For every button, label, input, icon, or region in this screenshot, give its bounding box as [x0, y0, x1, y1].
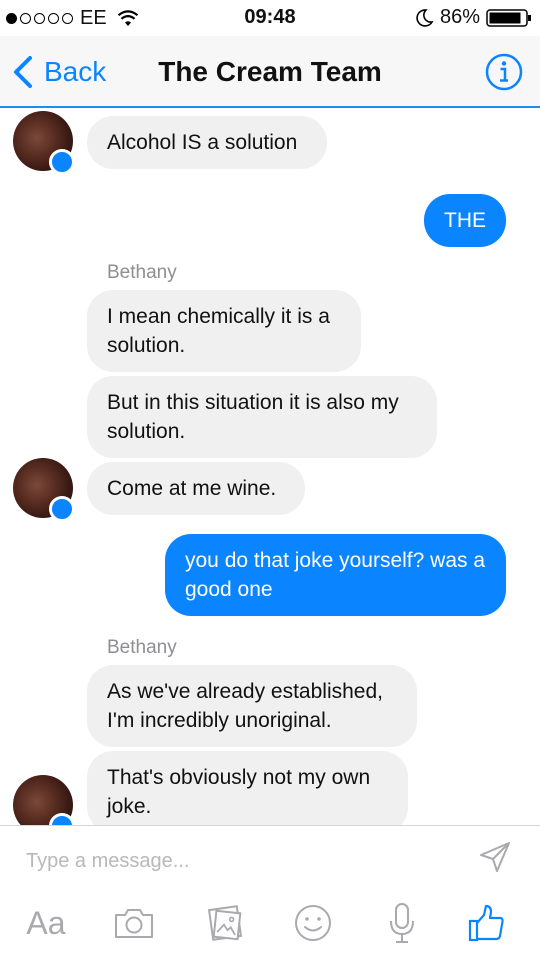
- microphone-button[interactable]: [382, 898, 422, 948]
- thumbs-up-icon: [468, 904, 504, 942]
- nav-bar: Back The Cream Team: [0, 36, 540, 108]
- text-format-button[interactable]: Aa: [22, 898, 70, 948]
- sender-name: Bethany: [107, 637, 177, 658]
- gallery-icon: [207, 905, 243, 941]
- info-icon[interactable]: [484, 52, 524, 92]
- gallery-button[interactable]: [203, 898, 247, 948]
- messenger-badge-icon: [49, 149, 75, 175]
- back-button[interactable]: Back: [10, 50, 106, 94]
- message-bubble-incoming[interactable]: Come at me wine.: [87, 462, 305, 515]
- message-bubble-incoming[interactable]: That's obviously not my own joke.: [87, 751, 408, 825]
- status-bar: EE 09:48 86%: [0, 0, 540, 36]
- message-bubble-incoming[interactable]: But in this situation it is also my solu…: [87, 376, 437, 458]
- status-right: 86%: [414, 6, 532, 29]
- chevron-left-icon: [14, 56, 32, 88]
- message-list[interactable]: Alcohol IS a solution THE Bethany I mean…: [0, 108, 540, 825]
- sender-name: Bethany: [107, 262, 177, 283]
- avatar[interactable]: [13, 111, 75, 175]
- like-button[interactable]: [464, 898, 508, 948]
- back-label: Back: [44, 56, 107, 87]
- message-bubble-outgoing[interactable]: THE: [424, 194, 506, 247]
- aa-label: Aa: [26, 904, 66, 941]
- avatar[interactable]: [13, 775, 75, 825]
- composer: Aa: [0, 825, 540, 960]
- emoji-button[interactable]: [292, 898, 334, 948]
- message-input[interactable]: [26, 846, 446, 876]
- message-bubble-incoming[interactable]: Alcohol IS a solution: [87, 116, 327, 169]
- composer-toolbar: Aa: [0, 898, 540, 954]
- message-bubble-outgoing[interactable]: you do that joke yourself? was a good on…: [165, 534, 506, 616]
- avatar[interactable]: [13, 458, 75, 522]
- battery-icon: [486, 8, 531, 27]
- message-bubble-incoming[interactable]: I mean chemically it is a solution.: [87, 290, 361, 372]
- message-bubble-incoming[interactable]: As we've already established, I'm incred…: [87, 665, 417, 747]
- battery-percent: 86%: [439, 6, 480, 28]
- moon-icon: [416, 8, 434, 27]
- camera-button[interactable]: [112, 898, 156, 948]
- send-icon[interactable]: [478, 840, 512, 874]
- messenger-badge-icon: [49, 496, 75, 522]
- emoji-icon: [295, 905, 331, 941]
- microphone-icon: [390, 903, 414, 943]
- camera-icon: [115, 909, 153, 938]
